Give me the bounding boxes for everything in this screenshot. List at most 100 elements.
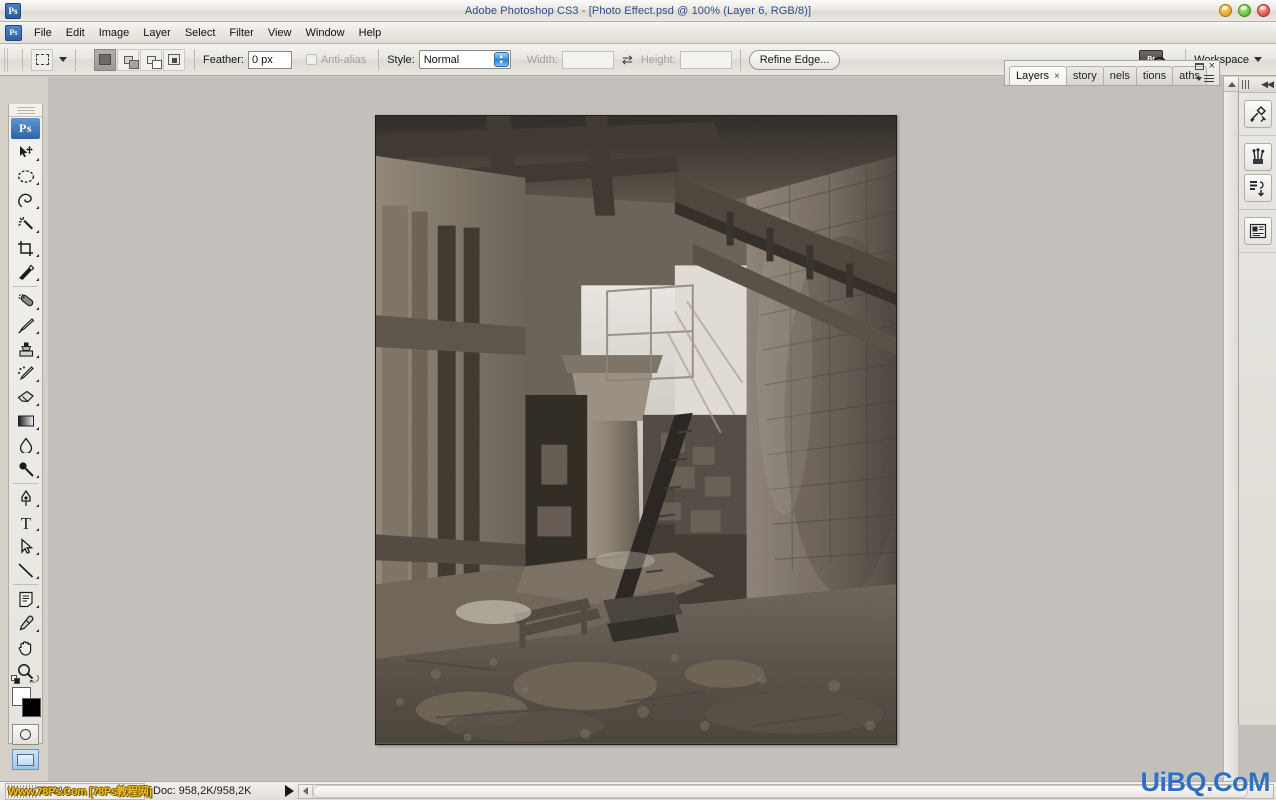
panel-tab-strip: Layers × story nels tions aths	[1005, 61, 1219, 85]
tab-layers-label: Layers	[1016, 70, 1050, 82]
scroll-thumb[interactable]	[313, 784, 1249, 798]
chevron-down-icon[interactable]	[59, 57, 67, 62]
menu-filter[interactable]: Filter	[222, 24, 260, 42]
swap-colors-icon[interactable]: ⤾	[30, 674, 39, 687]
width-input[interactable]	[561, 50, 614, 69]
history-brush-tool[interactable]	[9, 361, 42, 385]
tab-history-label: story	[1072, 70, 1097, 82]
anti-alias-label: Anti-alias	[320, 53, 367, 66]
document-canvas[interactable]	[375, 115, 897, 745]
dodge-tool[interactable]	[9, 457, 42, 481]
menu-select[interactable]: Select	[178, 24, 223, 42]
quick-mask-button[interactable]	[12, 724, 39, 745]
dock-group-1	[1239, 93, 1276, 136]
clone-source-icon[interactable]	[1243, 174, 1272, 202]
dock-header[interactable]: ◀◀	[1239, 77, 1276, 93]
brushes-icon[interactable]	[1243, 143, 1272, 171]
canvas-vertical-scrollbar[interactable]	[1223, 77, 1239, 781]
panel-close-icon[interactable]: ×	[1209, 61, 1215, 72]
brush-tool[interactable]	[9, 313, 42, 337]
close-icon[interactable]: ×	[1054, 71, 1060, 82]
divider	[194, 48, 195, 71]
panel-menu-button[interactable]	[1196, 75, 1214, 83]
panel-window-controls: ×	[1194, 61, 1215, 72]
panel-dock: ◀◀	[1238, 77, 1276, 725]
dock-grip-icon[interactable]	[1242, 80, 1250, 89]
tab-history[interactable]: story	[1065, 66, 1104, 85]
menu-file[interactable]: File	[27, 24, 59, 42]
panel-group: Layers × story nels tions aths ×	[1004, 60, 1220, 86]
gradient-tool[interactable]	[9, 409, 42, 433]
height-input[interactable]	[679, 50, 732, 69]
lasso-tool[interactable]	[9, 188, 42, 212]
tab-actions[interactable]: tions	[1135, 66, 1174, 85]
scroll-left-button[interactable]	[299, 784, 313, 798]
menu-view[interactable]: View	[261, 24, 299, 42]
menu-help[interactable]: Help	[352, 24, 389, 42]
refine-edge-button[interactable]: Refine Edge...	[748, 49, 841, 70]
divider	[13, 483, 38, 484]
eyedropper-tool[interactable]	[9, 611, 42, 635]
background-color-swatch[interactable]	[22, 698, 41, 717]
pen-tool[interactable]	[9, 486, 42, 510]
anti-alias-checkbox[interactable]	[305, 54, 317, 65]
site-watermark: Www.78Ps.Com [78Ps教程网]	[8, 785, 152, 798]
path-selection-tool[interactable]	[9, 534, 42, 558]
divider	[75, 48, 76, 71]
crop-tool[interactable]	[9, 236, 42, 260]
swap-dimensions-icon[interactable]: ⇄	[622, 52, 633, 68]
menu-edit[interactable]: Edit	[59, 24, 92, 42]
menu-window[interactable]: Window	[299, 24, 352, 42]
tab-layers[interactable]: Layers ×	[1009, 66, 1067, 85]
menu-image[interactable]: Image	[92, 24, 137, 42]
collapse-dock-icon[interactable]: ◀◀	[1261, 79, 1274, 90]
tool-presets-icon[interactable]	[1243, 100, 1272, 128]
move-tool[interactable]	[9, 140, 42, 164]
canvas-horizontal-scrollbar[interactable]	[298, 783, 1274, 799]
magic-wand-tool[interactable]	[9, 212, 42, 236]
options-bar-grip[interactable]	[4, 47, 10, 72]
healing-brush-tool[interactable]	[9, 289, 42, 313]
minimize-button[interactable]	[1219, 4, 1232, 17]
feather-input[interactable]	[247, 50, 292, 69]
line-tool[interactable]	[9, 558, 42, 582]
intersect-with-selection-button[interactable]	[163, 48, 185, 71]
maximize-button[interactable]	[1238, 4, 1251, 17]
document-image	[376, 116, 896, 744]
status-bar: 100% Www.78Ps.Com [78Ps教程网] Doc: 958,2K/…	[0, 767, 1276, 800]
subtract-from-selection-button[interactable]	[140, 48, 162, 71]
dock-group-3	[1239, 210, 1276, 253]
notes-tool[interactable]	[9, 587, 42, 611]
divider	[13, 584, 38, 585]
new-selection-button[interactable]	[94, 48, 116, 71]
type-tool[interactable]: T	[9, 510, 42, 534]
style-value: Normal	[423, 53, 460, 66]
status-expand-arrow-icon[interactable]	[285, 785, 294, 797]
screen-mode-button[interactable]	[12, 749, 39, 770]
tab-channels[interactable]: nels	[1102, 66, 1137, 85]
blur-tool[interactable]	[9, 433, 42, 457]
tab-channels-label: nels	[1109, 70, 1130, 82]
tab-actions-label: tions	[1142, 70, 1167, 82]
eraser-tool[interactable]	[9, 385, 42, 409]
menu-app-icon[interactable]: Ps	[5, 24, 22, 41]
chevron-down-icon	[1196, 77, 1202, 81]
close-button[interactable]	[1257, 4, 1270, 17]
add-to-selection-button[interactable]	[117, 48, 139, 71]
panel-minimize-icon[interactable]	[1194, 63, 1204, 70]
tool-preset-picker[interactable]	[31, 48, 53, 71]
feather-label: Feather:	[203, 53, 244, 66]
layer-comps-icon[interactable]	[1243, 217, 1272, 245]
clone-stamp-tool[interactable]	[9, 337, 42, 361]
hand-tool[interactable]	[9, 635, 42, 659]
spinner-arrows-icon[interactable]: ▲ ▼	[493, 52, 509, 67]
menu-layer[interactable]: Layer	[136, 24, 178, 42]
toolbox-app-badge[interactable]: Ps	[11, 118, 40, 139]
style-select[interactable]: Normal ▲ ▼	[418, 50, 511, 69]
toolbox-drag-handle[interactable]	[9, 104, 42, 117]
zoom-level-field[interactable]: 100% Www.78Ps.Com [78Ps教程网]	[5, 782, 152, 800]
elliptical-marquee-tool[interactable]	[9, 164, 42, 188]
slice-tool[interactable]	[9, 260, 42, 284]
scroll-up-button[interactable]	[1224, 77, 1239, 92]
status-scroll-area	[285, 783, 1276, 799]
